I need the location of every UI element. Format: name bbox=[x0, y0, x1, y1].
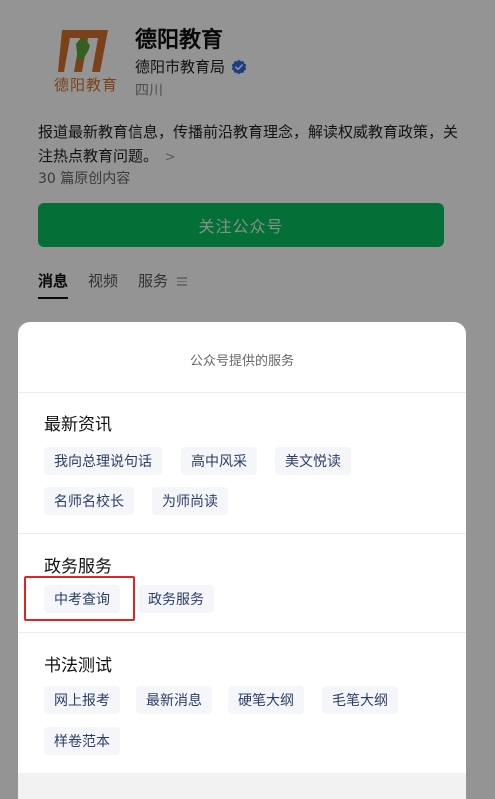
service-chip[interactable]: 网上报考 bbox=[44, 686, 120, 714]
service-chip[interactable]: 美文悦读 bbox=[275, 447, 351, 475]
service-chip[interactable]: 名师名校长 bbox=[44, 487, 134, 515]
service-chip[interactable]: 高中风采 bbox=[181, 447, 257, 475]
service-chip[interactable]: 为师尚读 bbox=[152, 487, 228, 515]
service-chip[interactable]: 样卷范本 bbox=[44, 727, 120, 755]
service-chip[interactable]: 最新消息 bbox=[136, 686, 212, 714]
service-chip[interactable]: 硬笔大纲 bbox=[228, 686, 304, 714]
sheet-title: 公众号提供的服务 bbox=[189, 354, 294, 369]
section-title-calligraphy: 书法测试 bbox=[44, 656, 112, 676]
divider bbox=[18, 392, 466, 393]
highlight-box bbox=[24, 576, 135, 621]
section-title-news: 最新资讯 bbox=[44, 415, 112, 435]
divider bbox=[18, 533, 466, 534]
services-sheet: 公众号提供的服务 最新资讯 我向总理说句话 高中风采 美文悦读 名师名校长 为师… bbox=[18, 322, 466, 799]
service-chip[interactable]: 政务服务 bbox=[138, 585, 214, 613]
section-title-gov: 政务服务 bbox=[44, 557, 112, 577]
divider bbox=[18, 632, 466, 633]
sheet-footer bbox=[18, 773, 466, 799]
service-chip[interactable]: 毛笔大纲 bbox=[322, 686, 398, 714]
service-chip[interactable]: 我向总理说句话 bbox=[44, 447, 162, 475]
